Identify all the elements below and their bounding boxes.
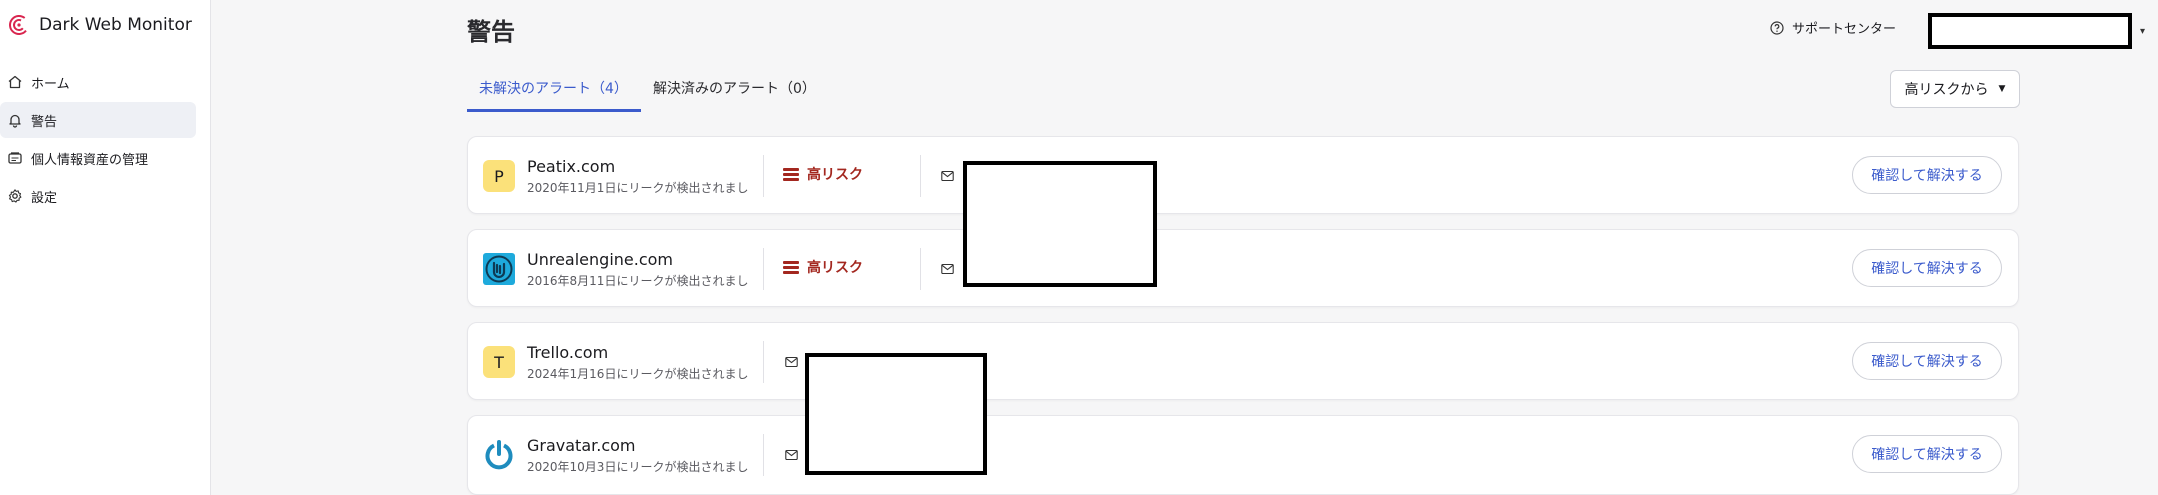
- support-center-link[interactable]: サポートセンター: [1770, 18, 1896, 37]
- site-name: Peatix.com: [527, 157, 616, 176]
- brand[interactable]: Dark Web Monitor: [8, 14, 192, 36]
- support-center-label: サポートセンター: [1792, 22, 1897, 37]
- chevron-down-icon[interactable]: ▾: [2140, 26, 2145, 37]
- divider: [920, 155, 921, 197]
- sidebar-item-label: 警告: [31, 114, 58, 130]
- divider: [763, 434, 764, 476]
- risk-badge: 高リスク: [783, 164, 863, 184]
- gravatar-logo-icon: [483, 439, 515, 471]
- review-resolve-button[interactable]: 確認して解決する: [1852, 342, 2002, 380]
- mail-icon: [941, 263, 954, 275]
- sidebar-item-identity-assets[interactable]: 個人情報資産の管理: [0, 140, 196, 176]
- review-resolve-button[interactable]: 確認して解決する: [1852, 156, 2002, 194]
- divider: [920, 248, 921, 290]
- mail-icon: [785, 449, 798, 461]
- risk-level-icon: [783, 260, 799, 274]
- leak-date: 2020年11月1日にリークが検出されまし: [527, 181, 749, 195]
- tab-label: 解決済みのアラート（0）: [653, 81, 816, 97]
- sidebar-item-alerts[interactable]: 警告: [0, 102, 196, 138]
- sidebar-item-label: 設定: [31, 190, 58, 206]
- divider: [763, 248, 764, 290]
- site-name: Unrealengine.com: [527, 250, 673, 269]
- risk-label: 高リスク: [807, 167, 863, 183]
- caret-down-icon: ▼: [1998, 84, 2006, 94]
- sidebar-item-home[interactable]: ホーム: [0, 64, 196, 100]
- alert-card: P Peatix.com 2020年11月1日にリークが検出されまし 高リスク …: [467, 136, 2019, 214]
- site-name: Gravatar.com: [527, 436, 636, 455]
- mail-icon: [785, 356, 798, 368]
- gear-icon: [8, 189, 22, 203]
- site-initial-icon: T: [483, 346, 515, 378]
- sort-dropdown[interactable]: 高リスクから ▼: [1890, 70, 2020, 108]
- sidebar-item-label: 個人情報資産の管理: [31, 152, 149, 168]
- site-initial-icon: P: [483, 160, 515, 192]
- page-title: 警告: [467, 18, 515, 46]
- app-root: Dark Web Monitor ホーム 警告 個人情報資産の管理 設定 警告 …: [0, 0, 2158, 495]
- mail-icon: [941, 170, 954, 182]
- bell-icon: [9, 114, 21, 128]
- alert-card: T Trello.com 2024年1月16日にリークが検出されまし 確認して解…: [467, 322, 2019, 400]
- divider: [763, 155, 764, 197]
- brand-name: Dark Web Monitor: [39, 15, 192, 35]
- id-card-icon: [8, 152, 22, 164]
- risk-badge: 高リスク: [783, 257, 863, 277]
- leak-date: 2020年10月3日にリークが検出されまし: [527, 460, 749, 474]
- review-resolve-button[interactable]: 確認して解決する: [1852, 249, 2002, 287]
- brand-logo-icon: [9, 15, 29, 35]
- sort-label: 高リスクから: [1904, 82, 1989, 98]
- help-circle-icon: [1770, 20, 1784, 35]
- account-menu-redacted[interactable]: [1928, 13, 2132, 49]
- alert-card: Unrealengine.com 2016年8月11日にリークが検出されまし 高…: [467, 229, 2019, 307]
- leak-date: 2016年8月11日にリークが検出されまし: [527, 274, 749, 288]
- site-name: Trello.com: [527, 343, 609, 362]
- tab-label: 未解決のアラート（4）: [479, 81, 628, 97]
- review-resolve-button[interactable]: 確認して解決する: [1852, 435, 2002, 473]
- divider: [763, 341, 764, 383]
- sidebar: Dark Web Monitor ホーム 警告 個人情報資産の管理 設定: [0, 0, 211, 495]
- redacted-email-block: [963, 161, 1157, 287]
- leak-date: 2024年1月16日にリークが検出されまし: [527, 367, 749, 381]
- sidebar-item-label: ホーム: [31, 76, 70, 92]
- alert-card: Gravatar.com 2020年10月3日にリークが検出されまし 確認して解…: [467, 415, 2019, 495]
- risk-label: 高リスク: [807, 260, 863, 276]
- tab-resolved[interactable]: 解決済みのアラート（0）: [653, 70, 843, 112]
- redacted-email-block: [805, 353, 987, 475]
- risk-level-icon: [783, 167, 799, 181]
- unreal-logo-icon: [483, 253, 515, 285]
- home-icon: [8, 75, 22, 89]
- sidebar-item-settings[interactable]: 設定: [0, 178, 196, 214]
- tab-unresolved[interactable]: 未解決のアラート（4）: [467, 70, 641, 112]
